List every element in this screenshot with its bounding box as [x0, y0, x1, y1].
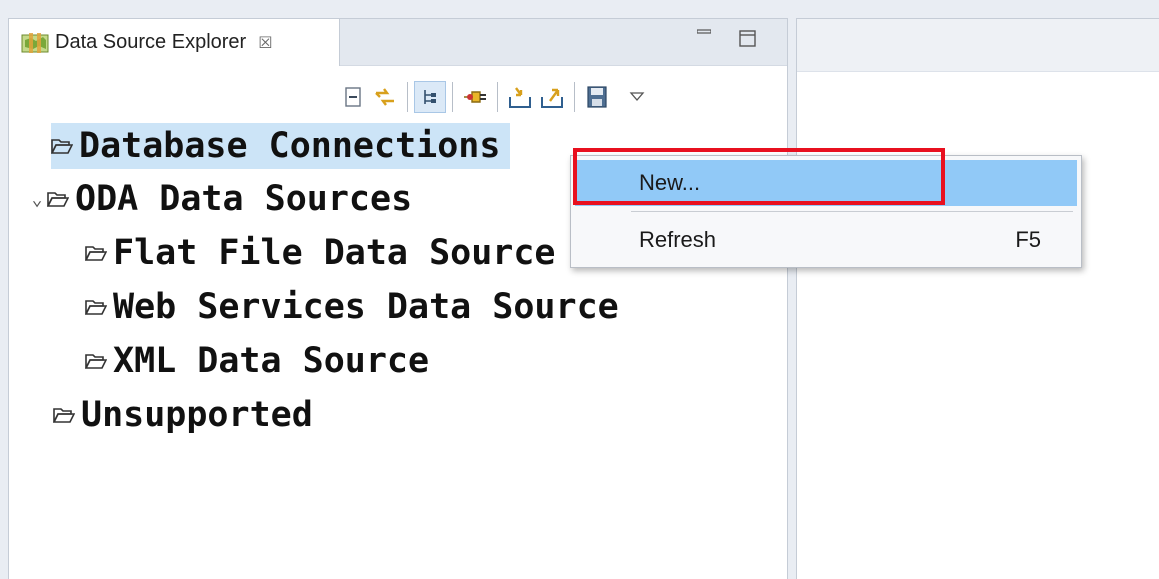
connect-icon	[464, 91, 486, 103]
toolbar-separator	[452, 82, 453, 112]
tree-node-label: ODA Data Sources	[75, 179, 413, 219]
close-icon[interactable]: ☒	[258, 34, 272, 51]
view-menu-icon	[629, 92, 645, 101]
toolbar-separator	[497, 82, 498, 112]
folder-icon	[85, 354, 107, 369]
collapse-all-button[interactable]	[337, 81, 369, 113]
save-icon	[587, 86, 607, 108]
import-button[interactable]	[504, 81, 536, 113]
export-icon	[541, 88, 563, 108]
view-tab-bar: Data Source Explorer ☒	[9, 19, 787, 66]
tree-node-unsupported[interactable]: Unsupported	[53, 392, 313, 438]
data-source-explorer-view: Data Source Explorer ☒ Database Connecti…	[8, 18, 788, 579]
menu-item-accelerator: F5	[1015, 227, 1041, 252]
chevron-down-icon[interactable]: ⌄	[29, 189, 45, 210]
toolbar-separator	[407, 82, 408, 112]
tree-node-label: Unsupported	[81, 395, 313, 435]
collapse-all-icon	[345, 87, 361, 107]
toolbar-separator	[574, 82, 575, 112]
menu-item-refresh[interactable]: Refresh F5	[575, 217, 1077, 263]
folder-icon	[85, 246, 107, 261]
connect-button[interactable]	[459, 81, 491, 113]
tree-node-database-connections[interactable]: Database Connections	[51, 123, 511, 169]
link-with-editor-button[interactable]	[369, 81, 401, 113]
import-icon	[509, 87, 531, 108]
tree-node-label: XML Data Source	[113, 341, 430, 381]
tree-node-label: Flat File Data Source	[113, 233, 556, 273]
export-button[interactable]	[536, 81, 568, 113]
tree-node-web-services-data-source[interactable]: Web Services Data Source	[85, 284, 619, 330]
minimize-icon[interactable]	[697, 27, 711, 37]
folder-icon	[47, 192, 69, 207]
maximize-icon[interactable]	[739, 30, 756, 47]
folder-icon	[51, 139, 73, 154]
tree-layout-button[interactable]	[414, 81, 446, 113]
save-button[interactable]	[581, 81, 613, 113]
tree-node-label: Database Connections	[79, 126, 501, 166]
folder-icon	[53, 408, 75, 423]
editor-tab-bar	[797, 19, 1159, 72]
menu-item-label: Refresh	[639, 227, 717, 252]
data-source-explorer-icon	[21, 32, 49, 53]
tree-node-flat-file-data-source[interactable]: Flat File Data Source	[85, 230, 556, 276]
editor-area	[796, 18, 1159, 579]
view-toolbar	[337, 77, 653, 117]
highlight-annotation	[573, 148, 945, 205]
tab-title: Data Source Explorer	[55, 31, 247, 53]
tree-layout-icon	[424, 90, 436, 104]
tab-data-source-explorer[interactable]: Data Source Explorer ☒	[9, 19, 340, 66]
menu-separator	[631, 211, 1073, 212]
tree-node-oda-data-sources[interactable]: ⌄ ODA Data Sources	[29, 176, 413, 222]
tree-node-xml-data-source[interactable]: XML Data Source	[85, 338, 429, 384]
view-menu-button[interactable]	[621, 81, 653, 113]
link-with-editor-icon	[375, 88, 394, 106]
tree-node-label: Web Services Data Source	[113, 287, 619, 327]
folder-icon	[85, 300, 107, 315]
